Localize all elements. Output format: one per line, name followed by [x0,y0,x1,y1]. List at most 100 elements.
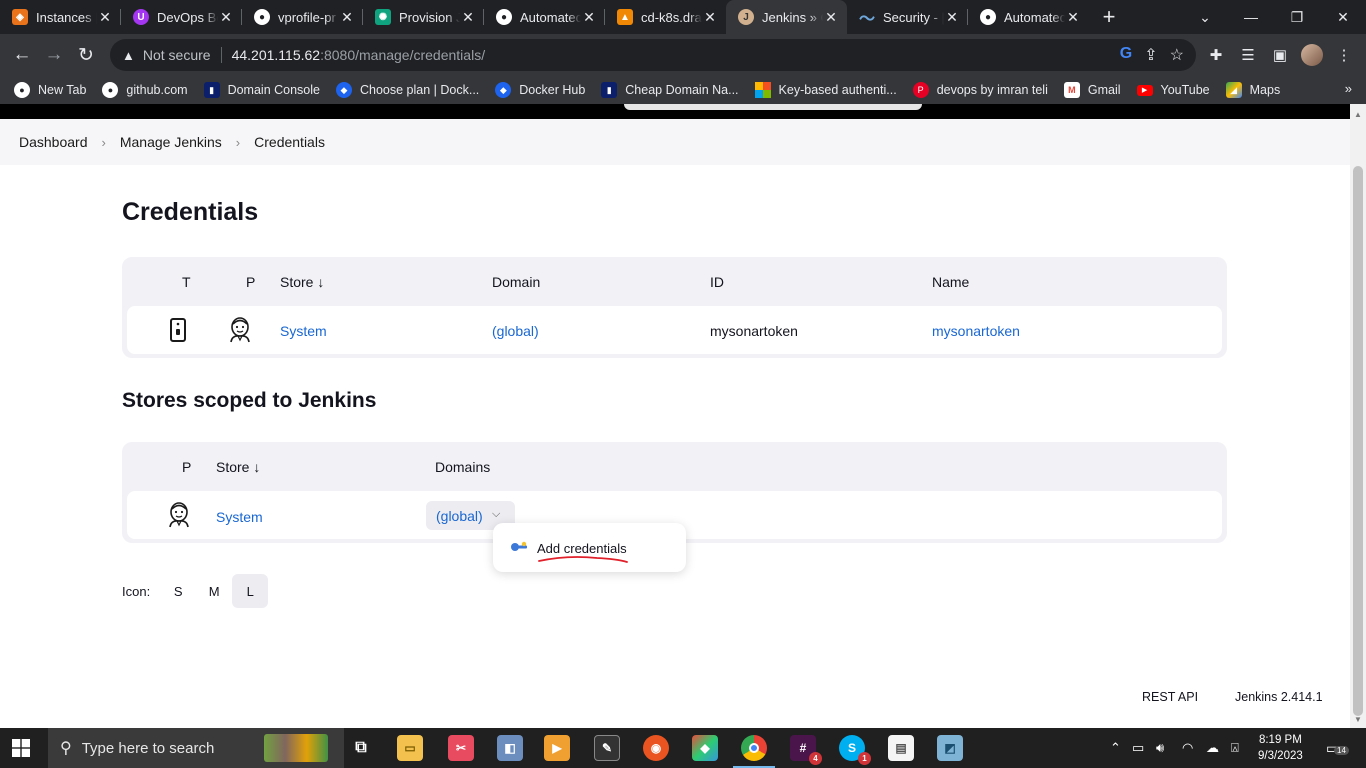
browser-tab[interactable]: ● vprofile-pr ✕ [242,0,363,34]
breadcrumb-manage-jenkins[interactable]: Manage Jenkins [120,134,222,150]
page-scrollbar[interactable]: ▲ ▼ [1350,104,1366,728]
bookmark-docker-hub[interactable]: ◆ Docker Hub [495,82,585,98]
rest-api-link[interactable]: REST API [1142,690,1198,704]
bookmark-maps[interactable]: ◢ Maps [1225,82,1280,98]
bookmark-cheap-domain[interactable]: ▮ Cheap Domain Na... [601,82,739,98]
minimize-button[interactable]: — [1228,0,1274,34]
browser-tab[interactable]: ✺ Provision J ✕ [363,0,484,34]
cloud-icon[interactable]: ☁ [1206,740,1219,756]
close-icon[interactable]: ✕ [339,9,355,26]
wifi-icon[interactable]: ◠ [1182,740,1193,756]
close-icon[interactable]: ✕ [218,9,234,26]
breadcrumb-dashboard[interactable]: Dashboard [19,134,88,150]
bookmarks-overflow-icon[interactable]: » [1345,81,1352,96]
column-header-name[interactable]: Name [932,274,969,290]
new-tab-button[interactable]: + [1089,0,1129,34]
close-icon[interactable]: ✕ [460,9,476,26]
browser-tab[interactable]: ▲ cd-k8s.dra ✕ [605,0,726,34]
bookmark-devops-imran[interactable]: Pdevops by imran teli [912,82,1048,98]
bookmark-choose-plan[interactable]: ◆ Choose plan | Dock... [336,82,479,98]
slack-icon[interactable]: #4 [790,735,822,765]
column-header-domain[interactable]: Domain [492,274,540,290]
close-icon[interactable]: ✕ [944,9,960,26]
notepad-icon[interactable]: ▤ [888,735,914,761]
bookmark-github[interactable]: ● github.com [102,82,188,98]
column-header-id[interactable]: ID [710,274,724,290]
chevron-down-icon[interactable]: ⌵ [492,508,500,521]
app-icon[interactable]: ✂ [448,735,474,761]
media-player-icon[interactable]: ▶ [544,735,570,761]
close-icon[interactable]: ✕ [702,9,718,26]
credential-name-link[interactable]: mysonartoken [932,323,1020,339]
browser-tab[interactable]: ● Automatec ✕ [484,0,605,34]
close-icon[interactable]: ✕ [97,9,113,26]
browser-tab[interactable]: ◈ Instances | ✕ [0,0,121,34]
not-secure-label[interactable]: Not secure [143,47,211,63]
restore-button[interactable]: ❐ [1274,0,1320,34]
side-panel-icon[interactable]: ▣ [1266,41,1294,69]
share-icon[interactable]: ⇪ [1144,45,1157,65]
bookmark-gmail[interactable]: M Gmail [1063,82,1121,98]
media-queue-icon[interactable]: ☰ [1234,41,1262,69]
task-view-icon[interactable]: ⧉ [348,735,374,761]
tab-search-chevron-icon[interactable]: ⌄ [1182,0,1228,34]
address-bar[interactable]: ▲ Not secure 44.201.115.62:8080/manage/c… [110,39,1196,71]
bookmark-youtube[interactable]: ▶ YouTube [1136,83,1210,97]
search-icon: ⚲ [60,740,72,757]
warning-icon[interactable]: ▲ [122,48,135,63]
browser-tab[interactable]: U DevOps Be ✕ [121,0,242,34]
bookmark-domain-console[interactable]: ▮ Domain Console [203,82,320,98]
icon-size-small[interactable]: S [160,574,196,608]
close-icon[interactable]: ✕ [581,9,597,26]
scroll-down-icon[interactable]: ▼ [1354,715,1362,724]
snipping-tool-icon[interactable]: ✎ [594,735,620,761]
taskbar-search-box[interactable]: ⚲ Type here to search [48,728,344,768]
chrome-taskbar-icon[interactable] [733,735,775,768]
forward-arrow-icon[interactable]: → [40,41,68,69]
domain-link[interactable]: (global) [492,323,539,339]
file-explorer-icon[interactable]: ▭ [397,735,423,761]
column-header-store[interactable]: Store ↓ [280,274,324,290]
jenkins-version-link[interactable]: Jenkins 2.414.1 [1235,690,1323,704]
icon-size-medium[interactable]: M [196,574,232,608]
google-icon[interactable]: G [1120,45,1132,65]
clock-date: 9/3/2023 [1258,750,1303,762]
bookmark-key-based[interactable]: Key-based authenti... [754,82,897,98]
close-icon[interactable]: ✕ [823,9,839,26]
domain-dropdown-label[interactable]: (global) [436,508,483,524]
app-icon[interactable]: ◧ [497,735,523,761]
add-credentials-menu-item[interactable]: Add credentials [537,541,627,556]
skype-icon[interactable]: S1 [839,735,871,765]
extensions-icon[interactable]: ✚ [1202,41,1230,69]
icon-size-large[interactable]: L [232,574,269,608]
browser-tab[interactable]: 〜 Security - | ✕ [847,0,968,34]
app-icon[interactable]: ◩ [937,735,963,761]
app-icon[interactable]: ◆ [692,735,718,761]
scroll-up-icon[interactable]: ▲ [1354,110,1362,119]
bookmark-star-icon[interactable]: ☆ [1170,45,1184,65]
reload-icon[interactable]: ↻ [72,41,100,69]
notification-center-icon[interactable]: ▭ 14 [1326,740,1349,757]
tab-title: DevOps Be [157,9,218,25]
breadcrumb-credentials[interactable]: Credentials [254,134,325,150]
store-link[interactable]: System [280,323,327,339]
browser-tab[interactable]: ● Automatec ✕ [968,0,1089,34]
volume-icon[interactable]: 🔊︎ [1156,740,1164,756]
bookmark-new-tab[interactable]: ● New Tab [14,82,86,98]
column-header-store[interactable]: Store ↓ [216,459,260,475]
store-link[interactable]: System [216,509,263,525]
windows-start-icon[interactable] [12,739,30,757]
chevron-up-icon[interactable]: ⌃ [1110,740,1121,756]
device-icon[interactable]: ⍓ [1231,740,1239,756]
system-clock[interactable]: 8:19 PM 9/3/2023 [1258,732,1303,764]
close-window-button[interactable]: ✕ [1320,0,1366,34]
ubuntu-icon[interactable]: ◉ [643,735,669,761]
profile-avatar[interactable] [1301,44,1323,66]
close-icon[interactable]: ✕ [1065,9,1081,26]
browser-tab-active[interactable]: J Jenkins » C✕ [726,0,847,34]
chrome-menu-icon[interactable]: ⋮ [1330,41,1358,69]
battery-icon[interactable]: ▭ [1132,740,1144,756]
tab-title: vprofile-pr [278,9,336,25]
scrollbar-thumb[interactable] [1353,166,1363,716]
back-arrow-icon[interactable]: ← [8,41,36,69]
